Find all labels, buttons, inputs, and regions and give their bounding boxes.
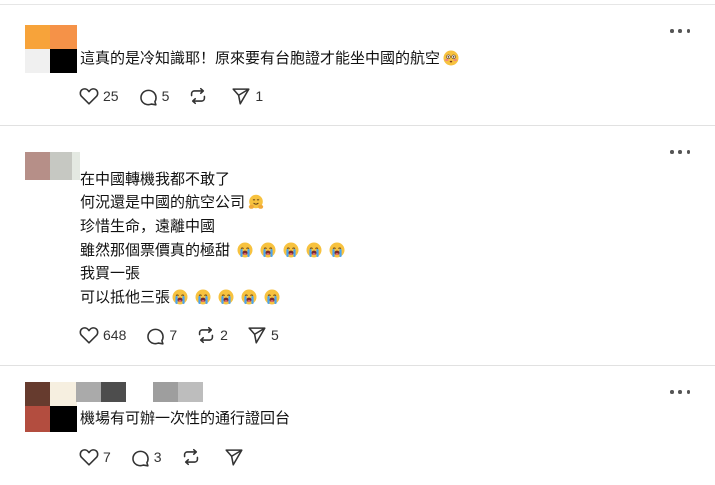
- like-count: 25: [103, 88, 119, 104]
- post-actions: 7 3: [78, 445, 266, 469]
- loudly-crying-face-icon: [237, 242, 253, 258]
- like-button[interactable]: 7: [78, 446, 111, 468]
- repost-arrows-icon: [187, 85, 209, 107]
- share-count: 5: [270, 327, 279, 343]
- avatar-pixel: [25, 49, 50, 73]
- avatar-pixel: [50, 152, 72, 180]
- repost-button[interactable]: [180, 446, 205, 468]
- send-arrow-icon: [223, 446, 245, 468]
- post-text-line: 雖然那個票價真的極甜: [80, 238, 345, 262]
- reply-count: 5: [161, 88, 170, 104]
- post-text-line: 這真的是冷知識耶！原來要有台胞證才能坐中國的航空: [80, 46, 459, 70]
- post-text-line: 我買一張: [80, 264, 141, 282]
- heart-icon: [78, 446, 100, 468]
- post-text-line: 在中國轉機我都不敢了: [80, 170, 231, 188]
- like-button[interactable]: 25: [78, 85, 119, 107]
- avatar-pixel: [50, 406, 77, 432]
- heart-icon: [78, 85, 100, 107]
- like-button[interactable]: 648: [78, 324, 126, 346]
- speech-bubble-icon: [137, 85, 159, 107]
- more-options-icon[interactable]: [670, 149, 690, 155]
- username-pixel: [126, 382, 153, 402]
- post-divider: [0, 365, 715, 366]
- share-count: 1: [255, 88, 264, 104]
- repost-button[interactable]: 2: [195, 324, 228, 346]
- like-count: 648: [103, 327, 127, 343]
- loudly-crying-face-icon: [260, 242, 276, 258]
- flushed-face-icon: [443, 50, 459, 66]
- post-text-line: 可以抵他三張: [80, 285, 280, 309]
- share-button[interactable]: 1: [230, 85, 263, 107]
- send-arrow-icon: [246, 324, 268, 346]
- repost-count: 2: [220, 327, 228, 343]
- reply-button[interactable]: 3: [129, 446, 162, 468]
- loudly-crying-face-icon: [329, 242, 345, 258]
- avatar-pixel: [25, 406, 50, 432]
- loudly-crying-face-icon: [241, 289, 257, 305]
- post-actions: 25 5 1: [78, 84, 281, 108]
- send-arrow-icon: [230, 85, 252, 107]
- post-text-line: 機場有可辦一次性的通行證回台: [80, 409, 291, 427]
- avatar[interactable]: [25, 25, 77, 73]
- hugging-face-icon: [248, 194, 264, 210]
- avatar[interactable]: [25, 152, 80, 180]
- avatar-pixel: [50, 382, 77, 406]
- avatar[interactable]: [25, 382, 77, 432]
- avatar-pixel: [25, 25, 50, 49]
- reply-button[interactable]: 5: [137, 85, 170, 107]
- speech-bubble-icon: [144, 324, 166, 346]
- username-pixel: [76, 382, 101, 402]
- repost-arrows-icon: [180, 446, 202, 468]
- more-options-icon[interactable]: [670, 389, 690, 395]
- avatar-pixel: [50, 49, 77, 73]
- share-button[interactable]: 5: [246, 324, 279, 346]
- repost-button[interactable]: [187, 85, 212, 107]
- share-button[interactable]: [223, 446, 248, 468]
- loudly-crying-face-icon: [283, 242, 299, 258]
- reply-button[interactable]: 7: [144, 324, 177, 346]
- post-divider: [0, 125, 715, 126]
- post-text-line: 何況還是中國的航空公司: [80, 190, 264, 214]
- heart-icon: [78, 324, 100, 346]
- loudly-crying-face-icon: [218, 289, 234, 305]
- post-text-line: 珍惜生命，遠離中國: [80, 217, 216, 235]
- avatar-pixel: [50, 25, 77, 49]
- post-actions: 648 7 2 5: [78, 323, 297, 347]
- more-options-icon[interactable]: [670, 28, 690, 34]
- loudly-crying-face-icon: [306, 242, 322, 258]
- like-count: 7: [103, 449, 111, 465]
- reply-count: 7: [169, 327, 178, 343]
- repost-arrows-icon: [195, 324, 217, 346]
- avatar-pixel: [25, 382, 50, 406]
- loudly-crying-face-icon: [172, 289, 188, 305]
- username-pixel: [178, 382, 203, 402]
- loudly-crying-face-icon: [195, 289, 211, 305]
- username-pixel: [101, 382, 126, 402]
- speech-bubble-icon: [129, 446, 151, 468]
- top-divider: [0, 4, 715, 5]
- username-pixel: [153, 382, 178, 402]
- loudly-crying-face-icon: [264, 289, 280, 305]
- avatar-pixel: [72, 152, 80, 180]
- username[interactable]: [76, 382, 203, 402]
- reply-count: 3: [153, 449, 162, 465]
- avatar-pixel: [25, 152, 50, 180]
